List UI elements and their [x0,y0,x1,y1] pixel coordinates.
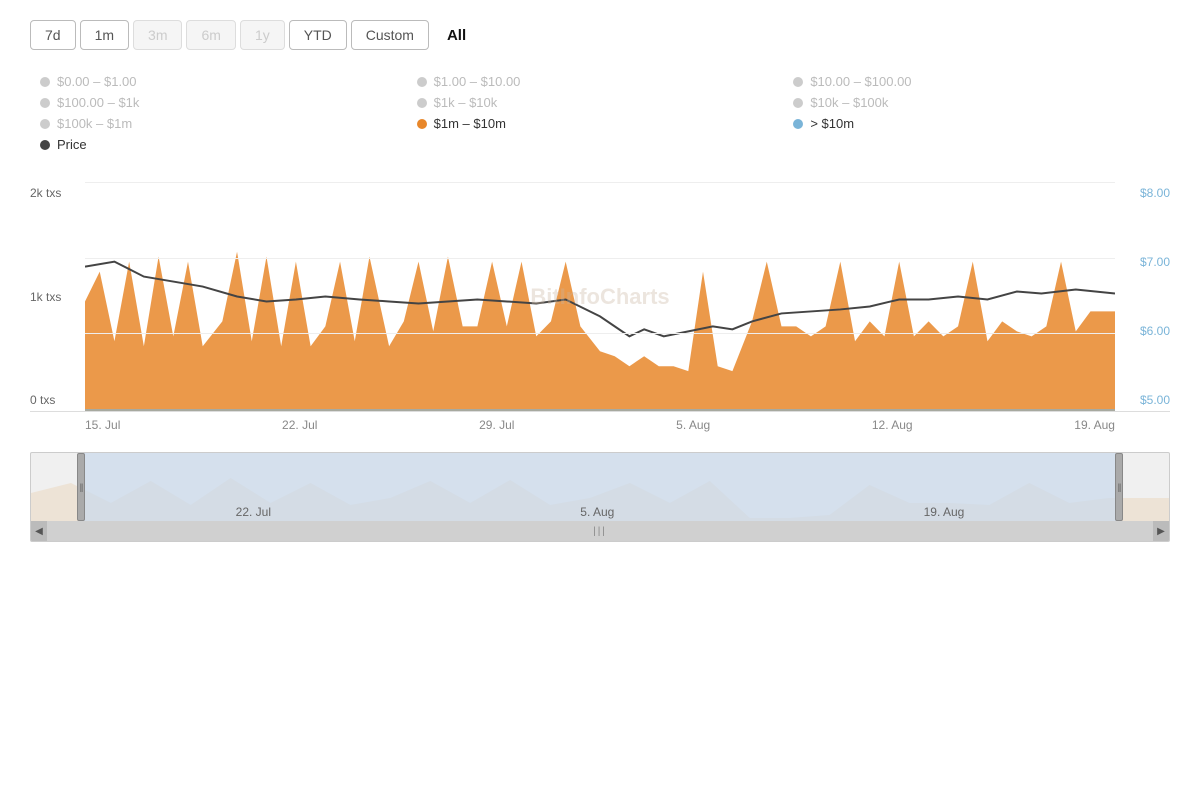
x-label-1: 22. Jul [282,418,317,432]
chart-legend: $0.00 – $1.00 $1.00 – $10.00 $10.00 – $1… [30,74,1170,152]
grid-line-mid [85,258,1115,259]
y-axis-left: 2k txs 1k txs 0 txs [30,182,61,411]
legend-label-1: $1.00 – $10.00 [434,74,521,89]
legend-dot-2 [793,77,803,87]
x-label-3: 5. Aug [676,418,710,432]
range-selector[interactable]: || || 22. Jul 5. Aug 19. Aug ◀ ||| ▶ [30,452,1170,542]
x-axis: 15. Jul 22. Jul 29. Jul 5. Aug 12. Aug 1… [30,412,1170,432]
legend-item-9: Price [40,137,407,152]
grid-line-top [85,182,1115,183]
legend-dot-1 [417,77,427,87]
handle-right-lines: || [1118,482,1121,492]
main-chart-svg [85,182,1115,411]
range-label-0: 22. Jul [236,505,271,519]
y-label-mid: 1k txs [30,290,61,304]
range-scrollbar: ◀ ||| ▶ [31,521,1169,541]
legend-label-7: $1m – $10m [434,116,506,131]
legend-dot-5 [793,98,803,108]
range-date-labels: 22. Jul 5. Aug 19. Aug [31,505,1169,519]
btn-7d[interactable]: 7d [30,20,76,50]
legend-label-9: Price [57,137,87,152]
legend-dot-3 [40,98,50,108]
range-label-1: 5. Aug [580,505,614,519]
legend-dot-8 [793,119,803,129]
legend-item-7: $1m – $10m [417,116,784,131]
y-right-2: $7.00 [1140,255,1170,269]
x-label-5: 19. Aug [1074,418,1115,432]
grid-line-low [85,333,1115,334]
legend-item-3: $100.00 – $1k [40,95,407,110]
legend-item-6: $100k – $1m [40,116,407,131]
x-label-2: 29. Jul [479,418,514,432]
scroll-thumb: ||| [593,526,607,537]
btn-1m[interactable]: 1m [80,20,129,50]
legend-label-6: $100k – $1m [57,116,132,131]
x-label-4: 12. Aug [872,418,913,432]
legend-item-5: $10k – $100k [793,95,1160,110]
y-right-3: $6.00 [1140,324,1170,338]
btn-6m[interactable]: 6m [186,20,235,50]
main-container: 7d 1m 3m 6m 1y YTD Custom All $0.00 – $1… [0,0,1200,562]
orange-area [85,252,1115,411]
legend-item-1: $1.00 – $10.00 [417,74,784,89]
y-right-1: $8.00 [1140,186,1170,200]
legend-label-2: $10.00 – $100.00 [810,74,911,89]
scroll-track[interactable]: ||| [47,521,1153,541]
y-right-4: $5.00 [1140,393,1170,407]
legend-label-4: $1k – $10k [434,95,498,110]
legend-dot-9 [40,140,50,150]
legend-item-4: $1k – $10k [417,95,784,110]
legend-dot-0 [40,77,50,87]
legend-dot-6 [40,119,50,129]
handle-left-lines: || [80,482,83,492]
btn-custom[interactable]: Custom [351,20,429,50]
btn-1y[interactable]: 1y [240,20,285,50]
range-label-2: 19. Aug [924,505,965,519]
legend-item-2: $10.00 – $100.00 [793,74,1160,89]
legend-label-0: $0.00 – $1.00 [57,74,137,89]
y-label-bot: 0 txs [30,393,61,407]
btn-ytd[interactable]: YTD [289,20,347,50]
chart-svg: BitInfoCharts [85,182,1115,411]
btn-3m[interactable]: 3m [133,20,182,50]
chart-area: 2k txs 1k txs 0 txs $8.00 $7.00 $6.00 $5… [30,182,1170,412]
y-axis-right: $8.00 $7.00 $6.00 $5.00 [1140,182,1170,411]
legend-label-8: > $10m [810,116,854,131]
x-label-0: 15. Jul [85,418,120,432]
legend-dot-4 [417,98,427,108]
blue-baseline [85,409,1115,411]
y-label-top: 2k txs [30,186,61,200]
btn-all[interactable]: All [433,21,480,50]
chart-wrapper: 2k txs 1k txs 0 txs $8.00 $7.00 $6.00 $5… [30,182,1170,432]
legend-label-5: $10k – $100k [810,95,888,110]
legend-item-0: $0.00 – $1.00 [40,74,407,89]
legend-dot-7 [417,119,427,129]
legend-label-3: $100.00 – $1k [57,95,139,110]
legend-item-8: > $10m [793,116,1160,131]
scroll-left-btn[interactable]: ◀ [31,521,47,541]
scroll-right-btn[interactable]: ▶ [1153,521,1169,541]
time-range-buttons: 7d 1m 3m 6m 1y YTD Custom All [30,20,1170,50]
